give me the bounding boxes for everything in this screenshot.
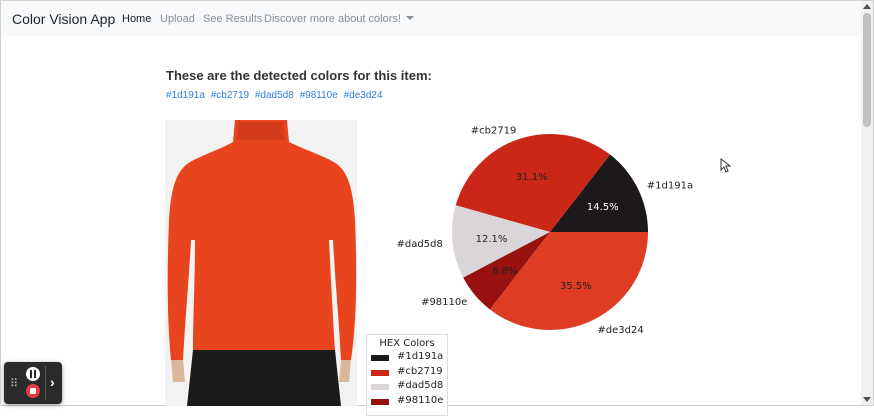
drag-handle-icon[interactable]: ⠿ — [10, 377, 18, 390]
pie-percent-label: 12.1% — [476, 234, 508, 245]
nav-upload[interactable]: Upload — [160, 13, 195, 25]
legend-swatch — [371, 398, 389, 405]
pie-percent-label: 31.1% — [516, 172, 548, 183]
hex-link[interactable]: #de3d24 — [344, 90, 383, 101]
pie-percent-label: 35.5% — [560, 281, 592, 292]
pie-category-label: #98110e — [421, 297, 467, 308]
legend-label: #1d191a — [397, 351, 444, 362]
legend-entry: #cb2719 — [367, 366, 447, 381]
hex-link[interactable]: #1d191a — [166, 90, 205, 101]
legend-swatch — [371, 384, 389, 390]
legend-entry: #98110e — [367, 395, 447, 410]
sweater-illustration — [165, 120, 357, 406]
color-pie-chart: 14.5% #1d191a 31.1% #cb2719 12.1% #dad5d8 6.8%… — [397, 126, 694, 336]
hex-link[interactable]: #dad5d8 — [255, 90, 294, 101]
mouse-cursor-icon — [720, 158, 732, 173]
nav-home[interactable]: Home — [122, 13, 151, 25]
legend-label: #98110e — [397, 394, 444, 406]
scroll-down-arrow-icon[interactable] — [863, 397, 871, 402]
pie-percent-label: 14.5% — [587, 202, 619, 213]
legend-title: HEX Colors — [379, 338, 435, 349]
stop-recording-button[interactable] — [26, 384, 40, 398]
legend-entry: #1d191a — [367, 351, 447, 366]
nav-discover-dropdown[interactable]: Discover more about colors! — [264, 13, 414, 25]
legend-label: #dad5d8 — [397, 380, 444, 391]
recording-widget: ⠿ › — [4, 362, 62, 404]
legend-label: #cb2719 — [397, 365, 443, 377]
hex-link-list: #1d191a #cb2719 #dad5d8 #98110e #de3d24 — [166, 90, 386, 101]
product-image — [165, 120, 357, 406]
pie-category-label: #1d191a — [647, 181, 693, 192]
nav-see-results[interactable]: See Results — [203, 13, 262, 25]
nav-discover-label: Discover more about colors! — [264, 13, 401, 25]
hex-link[interactable]: #cb2719 — [211, 90, 249, 101]
navbar: Color Vision App Home Upload See Results… — [1, 1, 861, 36]
legend-swatch — [371, 355, 389, 361]
page-scrollbar[interactable] — [861, 1, 873, 405]
pause-recording-button[interactable] — [26, 367, 40, 381]
pie-category-label: #de3d24 — [597, 325, 643, 336]
scrollbar-thumb[interactable] — [863, 13, 871, 127]
divider — [45, 366, 46, 400]
pie-category-label: #cb2719 — [471, 126, 517, 137]
chart-legend: HEX Colors #1d191a #cb2719 #dad5d8 #9811… — [366, 334, 448, 416]
scroll-up-arrow-icon[interactable] — [863, 4, 871, 9]
legend-swatch — [371, 369, 389, 376]
app-brand[interactable]: Color Vision App — [12, 11, 115, 27]
page-heading: These are the detected colors for this i… — [166, 68, 432, 83]
pie-percent-label: 6.8% — [492, 266, 517, 277]
chevron-down-icon — [405, 16, 414, 20]
legend-entry: #dad5d8 — [367, 380, 447, 395]
pie-category-label: #dad5d8 — [397, 239, 443, 250]
expand-chevron-icon[interactable]: › — [50, 374, 55, 390]
hex-link[interactable]: #98110e — [300, 90, 338, 101]
